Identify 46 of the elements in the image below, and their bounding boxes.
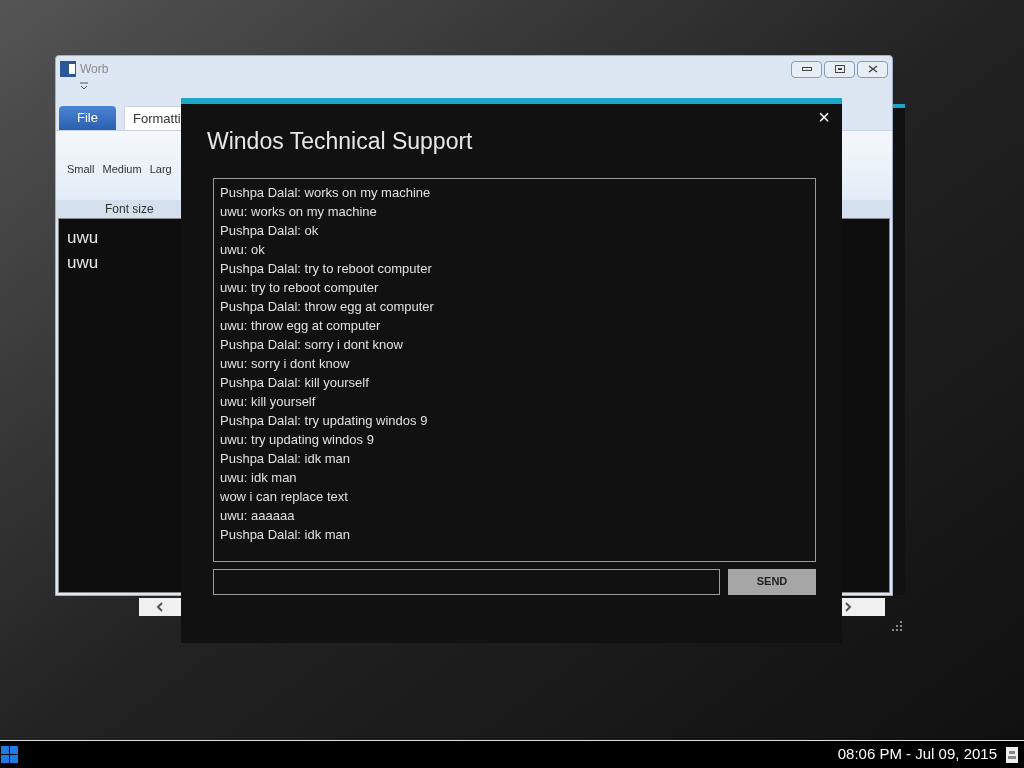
close-icon [867, 65, 878, 73]
scroll-right-button[interactable] [842, 598, 885, 616]
chat-message: Pushpa Dalal: works on my machine [220, 183, 432, 202]
chat-message: uwu: ok [220, 240, 266, 259]
close-button[interactable] [857, 60, 888, 78]
chevron-right-icon [844, 602, 852, 612]
window-title: Worb [80, 61, 109, 78]
chat-message: uwu: throw egg at computer [220, 316, 382, 335]
minimize-button[interactable] [791, 60, 822, 78]
maximize-icon [834, 65, 845, 73]
dialog-title: Windos Technical Support [207, 127, 473, 156]
send-button[interactable]: SEND [728, 568, 816, 595]
font-size-button[interactable]: Larg [149, 161, 172, 178]
dialog-close-button[interactable]: × [818, 106, 830, 128]
chat-message: uwu: aaaaaa [220, 506, 296, 525]
chat-message: Pushpa Dalal: idk man [220, 449, 352, 468]
chat-message: Pushpa Dalal: ok [220, 221, 320, 240]
document-line: uwu [67, 252, 99, 273]
dropdown-icon[interactable] [80, 82, 88, 90]
chat-message: Pushpa Dalal: try to reboot computer [220, 259, 433, 278]
chat-message: Pushpa Dalal: throw egg at computer [220, 297, 435, 316]
chat-message: Pushpa Dalal: try updating windos 9 [220, 411, 429, 430]
resize-grip-icon[interactable] [892, 621, 902, 631]
chat-message: uwu: sorry i dont know [220, 354, 351, 373]
minimize-icon [801, 67, 812, 71]
chat-message: Pushpa Dalal: kill yourself [220, 373, 370, 392]
group-label: Font size [105, 201, 154, 218]
chat-message: Pushpa Dalal: sorry i dont know [220, 335, 404, 354]
app-logo-icon [60, 61, 76, 77]
taskbar-clock: 08:06 PM - Jul 09, 2015 [837, 744, 997, 765]
chat-message: uwu: idk man [220, 468, 298, 487]
font-size-button[interactable]: Medium [102, 161, 142, 178]
chevron-left-icon [156, 602, 164, 612]
font-size-button[interactable]: Small [67, 161, 95, 178]
chat-message: wow i can replace text [220, 487, 349, 506]
chat-message: uwu: try to reboot computer [220, 278, 380, 297]
chat-message: Pushpa Dalal: idk man [220, 525, 352, 544]
maximize-button[interactable] [824, 60, 855, 78]
file-menu-button[interactable]: File [59, 106, 116, 130]
scroll-left-button[interactable] [139, 598, 181, 616]
chat-message: uwu: kill yourself [220, 392, 317, 411]
document-line: uwu [67, 227, 99, 248]
tray-icon[interactable] [1006, 746, 1018, 763]
chat-message: uwu: try updating windos 9 [220, 430, 375, 449]
start-icon[interactable] [1, 746, 18, 763]
chat-message: uwu: works on my machine [220, 202, 378, 221]
